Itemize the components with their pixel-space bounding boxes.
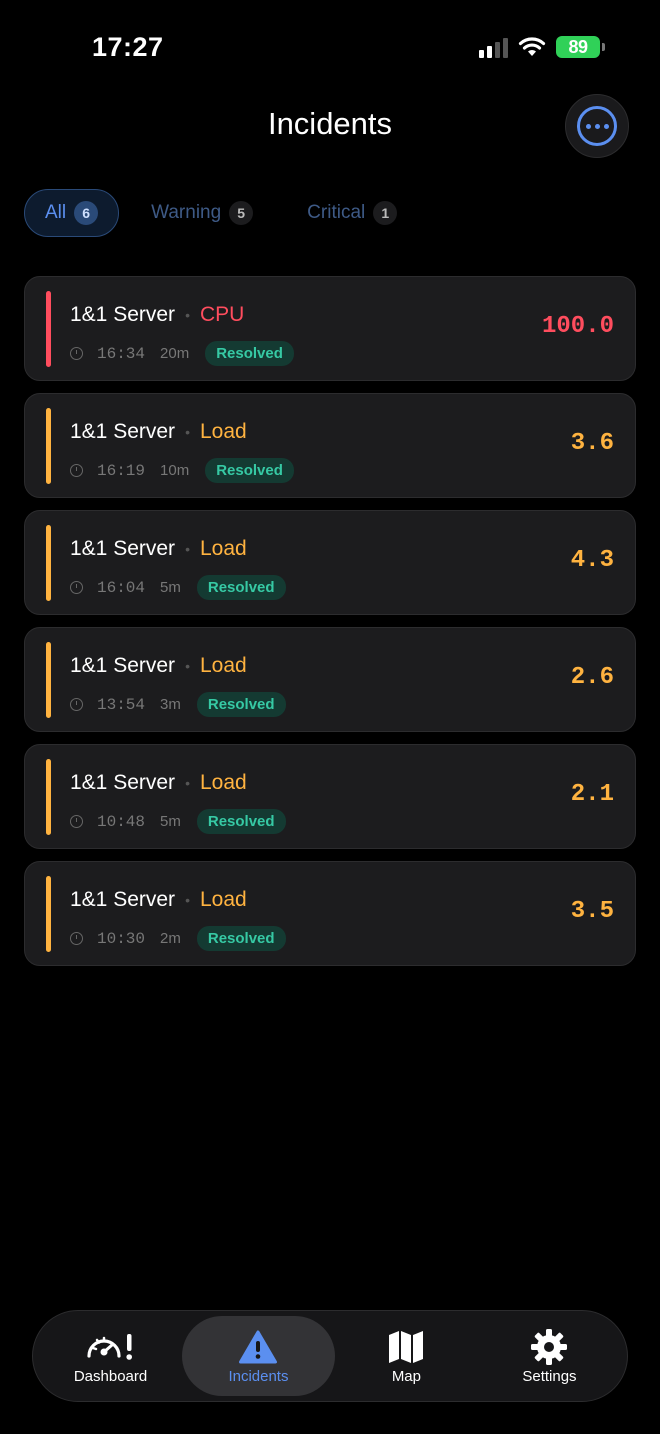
incident-value: 100.0	[541, 313, 614, 340]
tab-label: Settings	[522, 1367, 577, 1385]
incident-metric: Load	[199, 654, 247, 677]
incident-metric: Load	[199, 771, 247, 794]
clock-icon	[70, 581, 83, 594]
incident-server: 1&1 Server	[70, 771, 176, 794]
incident-duration: 2m	[160, 930, 181, 947]
separator-dot: •	[185, 307, 190, 323]
more-options-button[interactable]	[565, 94, 629, 158]
incident-value: 3.5	[570, 898, 614, 925]
incident-duration: 10m	[160, 462, 190, 479]
severity-bar	[46, 291, 51, 367]
incident-card[interactable]: 1&1 Server • Load 13:54 3m Resolved 2.6	[24, 627, 636, 732]
incident-card[interactable]: 1&1 Server • Load 16:04 5m Resolved 4.3	[24, 510, 636, 615]
incident-duration: 3m	[160, 696, 181, 713]
tab-settings[interactable]: Settings	[478, 1316, 621, 1396]
incident-value: 4.3	[570, 547, 614, 574]
incident-duration: 20m	[160, 345, 190, 362]
battery-icon: 89	[556, 36, 605, 58]
page-title: Incidents	[267, 106, 393, 141]
ellipsis-icon	[577, 106, 617, 146]
status-badge: Resolved	[205, 341, 294, 366]
filter-warning[interactable]: Warning 5	[129, 189, 275, 237]
tab-incidents[interactable]: Incidents	[182, 1316, 335, 1396]
tab-label: Incidents	[228, 1367, 289, 1385]
incident-value: 2.1	[570, 781, 614, 808]
incident-card[interactable]: 1&1 Server • CPU 16:34 20m Resolved 100.…	[24, 276, 636, 381]
severity-bar	[46, 525, 51, 601]
clock-icon	[70, 698, 83, 711]
separator-dot: •	[185, 424, 190, 440]
severity-bar	[46, 408, 51, 484]
tab-label: Dashboard	[73, 1367, 148, 1385]
incident-list: 1&1 Server • CPU 16:34 20m Resolved 100.…	[24, 276, 636, 978]
filter-count-badge: 6	[74, 201, 99, 225]
clock-icon	[70, 815, 83, 828]
map-icon	[387, 1328, 425, 1366]
clock-icon	[70, 464, 83, 477]
wifi-icon	[518, 37, 546, 56]
incident-card[interactable]: 1&1 Server • Load 10:30 2m Resolved 3.5	[24, 861, 636, 966]
incident-duration: 5m	[160, 579, 181, 596]
incident-server: 1&1 Server	[70, 537, 176, 560]
incident-time: 10:48	[97, 812, 146, 831]
incident-metric: Load	[199, 888, 247, 911]
clock-icon	[70, 932, 83, 945]
status-badge: Resolved	[196, 692, 286, 717]
filter-label: Critical	[307, 202, 366, 223]
clock-icon	[70, 347, 83, 360]
incident-card[interactable]: 1&1 Server • Load 16:19 10m Resolved 3.6	[24, 393, 636, 498]
gear-icon	[530, 1328, 568, 1366]
warning-triangle-icon	[239, 1328, 278, 1366]
incident-card[interactable]: 1&1 Server • Load 10:48 5m Resolved 2.1	[24, 744, 636, 849]
filter-label: All	[45, 202, 67, 223]
status-bar: 17:27 89	[0, 0, 660, 96]
incident-time: 16:19	[97, 461, 146, 480]
status-time: 17:27	[92, 32, 164, 62]
separator-dot: •	[185, 541, 190, 557]
separator-dot: •	[185, 658, 190, 674]
severity-bar	[46, 642, 51, 718]
status-badge: Resolved	[205, 458, 294, 483]
incident-time: 13:54	[97, 695, 146, 714]
incident-duration: 5m	[160, 813, 181, 830]
separator-dot: •	[185, 775, 190, 791]
filter-count-badge: 1	[373, 201, 398, 225]
filter-count-badge: 5	[229, 201, 254, 225]
status-badge: Resolved	[196, 809, 286, 834]
filter-tabs: All 6 Warning 5 Critical 1	[24, 189, 419, 237]
filter-all[interactable]: All 6	[24, 189, 120, 237]
severity-bar	[46, 759, 51, 835]
filter-label: Warning	[151, 202, 222, 223]
incident-time: 16:04	[97, 578, 146, 597]
severity-bar	[46, 876, 51, 952]
cellular-signal-icon	[479, 36, 508, 58]
incident-time: 16:34	[97, 344, 146, 363]
incident-time: 10:30	[97, 929, 146, 948]
tab-label: Map	[391, 1367, 421, 1385]
incident-server: 1&1 Server	[70, 303, 176, 326]
separator-dot: •	[185, 892, 190, 908]
incident-metric: Load	[199, 537, 247, 560]
incident-value: 2.6	[570, 664, 614, 691]
speedometer-alert-icon	[85, 1328, 137, 1366]
incident-value: 3.6	[570, 430, 614, 457]
status-indicators: 89	[479, 36, 605, 58]
tab-dashboard[interactable]: Dashboard	[39, 1316, 182, 1396]
incident-metric: Load	[199, 420, 247, 443]
tab-bar: Dashboard Incidents Map Settings	[32, 1310, 628, 1402]
incident-metric: CPU	[199, 303, 245, 326]
status-badge: Resolved	[196, 926, 286, 951]
incident-server: 1&1 Server	[70, 654, 176, 677]
status-badge: Resolved	[196, 575, 286, 600]
incident-server: 1&1 Server	[70, 420, 176, 443]
incident-server: 1&1 Server	[70, 888, 176, 911]
filter-critical[interactable]: Critical 1	[285, 189, 419, 237]
tab-map[interactable]: Map	[335, 1316, 478, 1396]
